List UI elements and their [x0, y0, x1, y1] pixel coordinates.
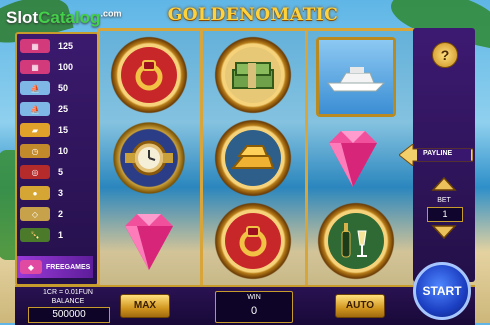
- gold-coin-icon: ●: [20, 186, 50, 200]
- win-label: WIN: [247, 294, 261, 301]
- balance-value: 500000: [28, 307, 110, 323]
- payline-label: PAYLINE: [423, 150, 453, 157]
- yacht-icon: ⛵: [20, 102, 50, 116]
- ruby-ring-icon: [109, 35, 189, 115]
- gold-bars-icon: [213, 118, 293, 198]
- bet-box: BET 1: [425, 197, 463, 222]
- paytable-row: ● 3: [17, 184, 93, 202]
- gold-watch-icon: ◷: [20, 144, 50, 158]
- reel-divider: [200, 31, 203, 285]
- reel-divider: [305, 31, 308, 285]
- bet-decrease-button[interactable]: [431, 224, 457, 240]
- paytable-row: ⛵ 25: [17, 100, 93, 118]
- paytable: ▦ 125 ▦ 100 ⛵ 50 ⛵ 25 ▰ 15 ◷ 10 ◎ 5 ● 3 …: [15, 32, 99, 286]
- bet-label: BET: [437, 197, 451, 204]
- cash-stack-icon: [213, 35, 293, 115]
- right-control-panel: ? PAYLINE BET 1: [398, 28, 475, 282]
- gold-bars-icon: ▰: [20, 123, 50, 137]
- payline-indicator: PAYLINE: [398, 142, 474, 168]
- paytable-row: ◷ 10: [17, 142, 93, 160]
- paytable-freegames-row: ◆ FREEGAMES: [17, 256, 93, 278]
- pink-diamond-icon: [109, 201, 189, 281]
- yacht-icon: ⛵: [20, 81, 50, 95]
- gold-ring-icon: ◎: [20, 165, 50, 179]
- champagne-icon: [316, 201, 396, 281]
- bet-increase-button[interactable]: [431, 176, 457, 192]
- champagne-icon: 🍾: [20, 228, 50, 242]
- paytable-row: ◇ 2: [17, 205, 93, 223]
- game-logo-text: GOLDENOMATIC: [167, 5, 339, 25]
- paytable-row: ▰ 15: [17, 121, 93, 139]
- autoplay-button[interactable]: AUTO: [335, 294, 385, 318]
- win-value: 0: [250, 305, 258, 317]
- paytable-row: ▦ 100: [17, 58, 93, 76]
- slot-machine-icon: ▦: [20, 39, 50, 53]
- slot-machine-icon: ▦: [20, 60, 50, 74]
- max-bet-button[interactable]: MAX: [120, 294, 170, 318]
- start-spin-button[interactable]: START: [413, 262, 471, 320]
- paytable-row: ⛵ 50: [17, 79, 93, 97]
- credit-rate: 1CR = 0.01FUN: [43, 289, 93, 296]
- help-button[interactable]: ?: [432, 42, 458, 68]
- game-logo: GOLDENOMATIC: [168, 2, 338, 28]
- yacht-icon: [316, 37, 396, 117]
- watermark: SlotCatalog.com: [6, 8, 122, 27]
- reels-area: [97, 28, 416, 288]
- pink-diamond-icon: [313, 118, 393, 198]
- diamond-ring-icon: ◇: [20, 207, 50, 221]
- balance-label: BALANCE: [51, 298, 85, 305]
- paytable-row: ▦ 125: [17, 37, 93, 55]
- pink-diamond-icon: ◆: [20, 260, 42, 274]
- win-display: WIN 0: [215, 291, 293, 323]
- paytable-row: 🍾 1: [17, 226, 93, 244]
- bottom-bar: 1CR = 0.01FUN BALANCE 500000 MAX WIN 0 A…: [15, 285, 475, 325]
- paytable-row: ◎ 5: [17, 163, 93, 181]
- bet-value: 1: [427, 207, 463, 222]
- gold-watch-icon: [109, 118, 189, 198]
- ruby-ring-icon: [213, 201, 293, 281]
